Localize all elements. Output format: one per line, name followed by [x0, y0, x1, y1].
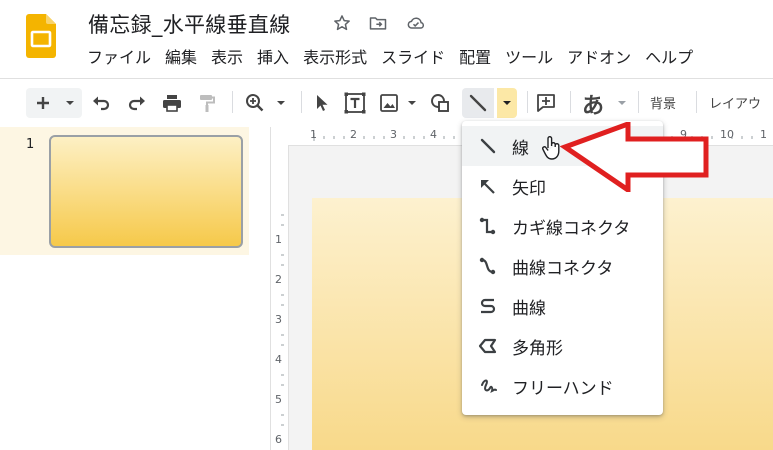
move-to-folder-icon[interactable]: [368, 13, 388, 33]
elbow-connector-icon: [479, 217, 496, 235]
toolbar-divider: [301, 91, 302, 113]
slide-number: 1: [26, 137, 35, 152]
print-icon[interactable]: [161, 91, 183, 115]
ruler-number: 2: [350, 128, 357, 141]
menu-item-label: 曲線: [512, 298, 546, 319]
paint-format-icon[interactable]: [196, 91, 218, 115]
image-dropdown-icon[interactable]: [405, 91, 419, 115]
ruler-number: 2: [275, 273, 282, 286]
slide-thumbnail[interactable]: [49, 135, 243, 248]
menu-edit[interactable]: 編集: [158, 46, 204, 70]
menu-bar: ファイル 編集 表示 挿入 表示形式 スライド 配置 ツール アドオン ヘルプ: [80, 46, 700, 70]
ruler-number: 4: [430, 128, 437, 141]
new-slide-dropdown-icon[interactable]: [63, 91, 77, 115]
menu-tools[interactable]: ツール: [498, 46, 560, 70]
zoom-icon[interactable]: [244, 91, 266, 115]
menu-item-label: 多角形: [512, 338, 563, 359]
textbox-icon[interactable]: [343, 91, 367, 115]
line-icon: [480, 138, 496, 154]
menu-slide[interactable]: スライド: [374, 46, 452, 70]
undo-icon[interactable]: [90, 91, 112, 115]
comment-icon[interactable]: [535, 91, 557, 115]
input-tools-button[interactable]: あ: [582, 88, 604, 120]
menu-file[interactable]: ファイル: [80, 46, 158, 70]
select-icon[interactable]: [312, 91, 332, 115]
star-icon[interactable]: [332, 13, 352, 33]
polyline-icon: [478, 338, 497, 354]
arrow-icon: [481, 180, 495, 194]
line-icon[interactable]: [468, 91, 488, 115]
menu-addons[interactable]: アドオン: [560, 46, 638, 70]
menu-item-elbow-connector[interactable]: カギ線コネクタ: [462, 206, 663, 246]
toolbar-divider: [527, 91, 528, 113]
menu-arrange[interactable]: 配置: [452, 46, 498, 70]
ruler-number: 3: [390, 128, 397, 141]
ruler-number: 6: [275, 433, 282, 446]
input-tools-dropdown-icon[interactable]: [615, 91, 629, 115]
menu-item-label: フリーハンド: [512, 378, 614, 399]
ruler-number: 1: [275, 233, 282, 246]
vertical-ruler[interactable]: 1 2 3 4 5 6: [272, 145, 289, 450]
menu-item-curve[interactable]: 曲線: [462, 286, 663, 326]
menu-item-scribble[interactable]: フリーハンド: [462, 366, 663, 406]
scribble-icon: [481, 379, 497, 393]
layout-button[interactable]: レイアウ: [709, 93, 761, 112]
menu-item-label: 線: [512, 138, 529, 159]
new-slide-icon[interactable]: [33, 91, 53, 115]
image-icon[interactable]: [378, 91, 400, 115]
toolbar-divider: [232, 91, 233, 113]
line-dropdown-icon[interactable]: [500, 91, 514, 115]
redo-icon[interactable]: [126, 91, 148, 115]
toolbar-divider: [696, 91, 697, 113]
annotation-arrow: [560, 122, 709, 192]
document-title[interactable]: 備忘録_水平線垂直線: [88, 9, 291, 39]
ruler-number: 10: [720, 128, 734, 141]
cloud-saved-icon[interactable]: [406, 13, 426, 33]
menu-item-curved-connector[interactable]: 曲線コネクタ: [462, 246, 663, 286]
curve-icon: [480, 298, 496, 314]
shape-icon[interactable]: [428, 91, 452, 115]
background-button[interactable]: 背景: [650, 93, 676, 112]
menu-insert[interactable]: 挿入: [250, 46, 296, 70]
menu-format[interactable]: 表示形式: [296, 46, 374, 70]
curved-connector-icon: [479, 257, 496, 275]
toolbar-divider: [638, 91, 639, 113]
menu-item-label: 矢印: [512, 178, 546, 199]
menu-item-label: 曲線コネクタ: [512, 258, 614, 279]
menu-item-polyline[interactable]: 多角形: [462, 326, 663, 366]
ruler-number: 4: [275, 353, 282, 366]
slides-logo-icon[interactable]: [26, 14, 56, 58]
menu-item-label: カギ線コネクタ: [512, 218, 631, 239]
zoom-dropdown-icon[interactable]: [274, 91, 288, 115]
ruler-number: 5: [275, 393, 282, 406]
ruler-number: 3: [275, 313, 282, 326]
toolbar-divider: [570, 91, 571, 113]
ruler-number: 1: [760, 128, 767, 141]
menu-help[interactable]: ヘルプ: [638, 46, 700, 70]
ruler-number: 1: [310, 128, 317, 141]
menu-view[interactable]: 表示: [204, 46, 250, 70]
